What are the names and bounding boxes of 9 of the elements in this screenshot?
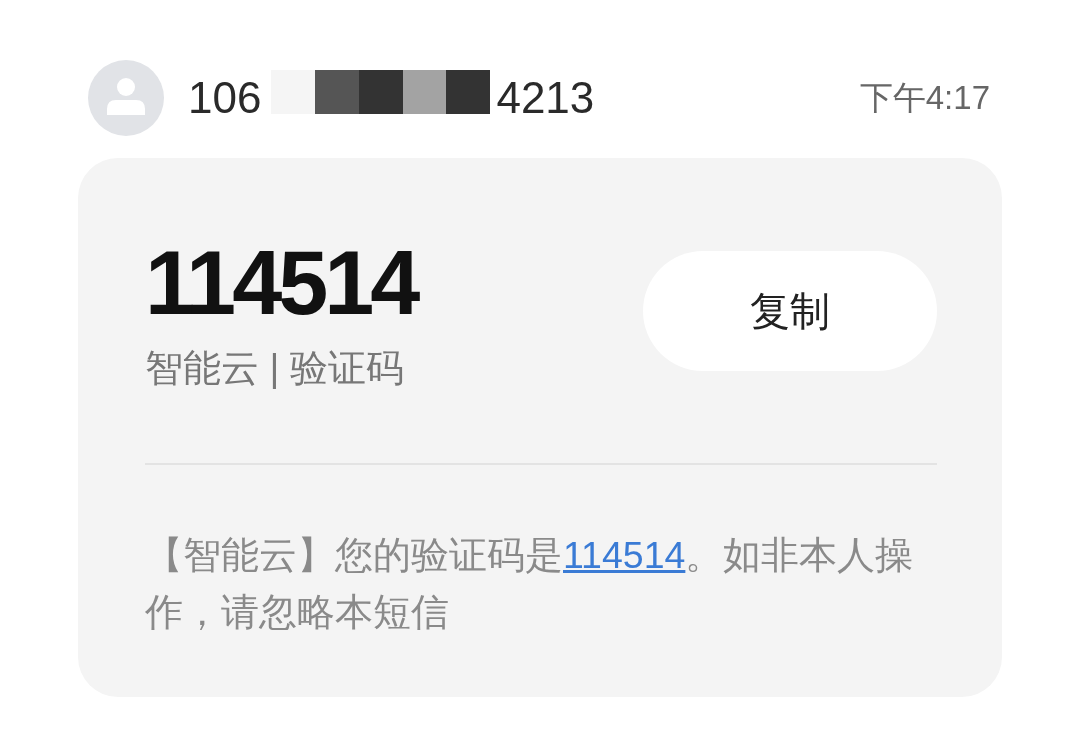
message-text: 【智能云】您的验证码是114514。如非本人操作，请忽略本短信	[145, 532, 915, 635]
avatar-icon	[88, 60, 164, 136]
message-time: 下午4:17	[859, 77, 990, 118]
verification-code: 114514	[145, 238, 419, 328]
copy-button[interactable]: 复制	[643, 251, 937, 371]
sender-number: 4213	[496, 76, 595, 120]
code-source-label: 智能云 | 验证码	[145, 346, 404, 391]
sender-number: 106	[188, 76, 262, 120]
code-link[interactable]: 114514	[563, 533, 686, 576]
